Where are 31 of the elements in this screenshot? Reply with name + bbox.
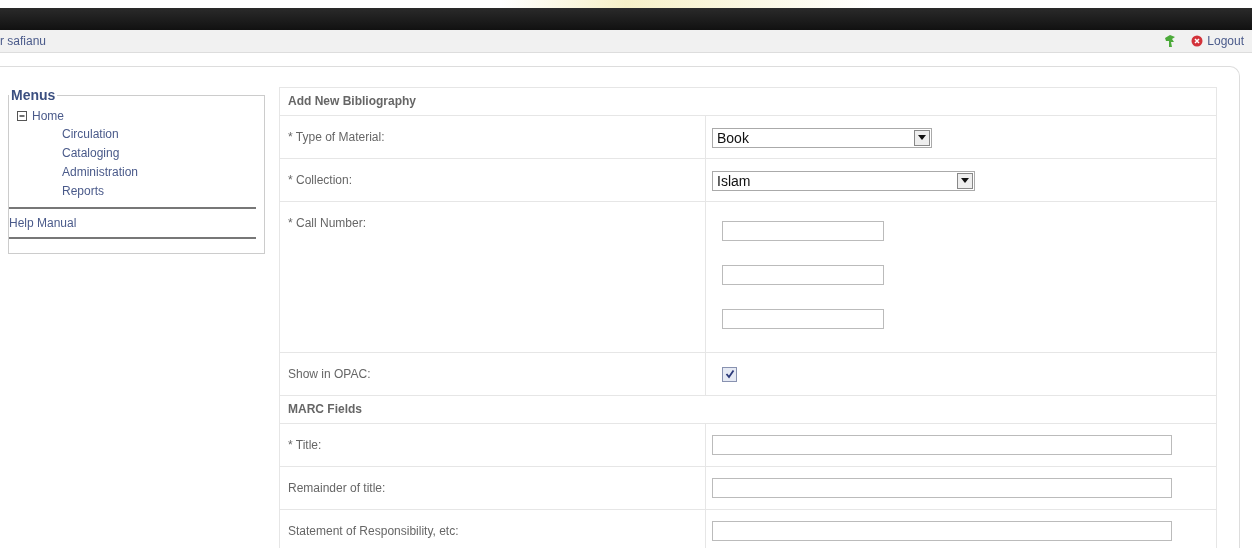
field-label: * Call Number: (288, 216, 367, 230)
help-link[interactable]: Help Manual (9, 207, 256, 239)
menu-item[interactable]: Reports (9, 182, 256, 201)
input-field[interactable] (722, 309, 884, 329)
input-field[interactable] (722, 265, 884, 285)
caret-icon (914, 129, 930, 146)
input-field[interactable] (712, 478, 1172, 498)
collapse-icon[interactable] (17, 111, 27, 121)
dropdown[interactable]: Book (712, 127, 932, 148)
checkbox[interactable] (722, 366, 737, 382)
menu-item[interactable]: Circulation (9, 125, 256, 144)
user-name: r safianu (0, 34, 48, 48)
caret-icon (957, 172, 973, 189)
menu-title: Menus (10, 87, 57, 103)
field-label: * Title: (288, 438, 322, 452)
field-label: * Type of Material: (288, 130, 385, 144)
menu-item[interactable]: Home (32, 109, 64, 123)
section-title: Add New Bibliography (280, 88, 1216, 116)
field-label: Statement of Responsibility, etc: (288, 524, 459, 538)
menu-item[interactable]: Cataloging (9, 144, 256, 163)
field-label: Show in OPAC: (288, 367, 371, 381)
field-label: Remainder of title: (288, 481, 386, 495)
input-field[interactable] (712, 435, 1172, 455)
logout-link[interactable]: Logout (1191, 34, 1244, 48)
input-field[interactable] (722, 221, 884, 241)
input-field[interactable] (712, 521, 1172, 541)
dropdown[interactable]: Islam (712, 170, 975, 191)
menu-item[interactable]: Administration (9, 163, 256, 182)
field-label: * Collection: (288, 173, 353, 187)
section-title: MARC Fields (280, 396, 1216, 424)
close-icon (1191, 35, 1204, 47)
